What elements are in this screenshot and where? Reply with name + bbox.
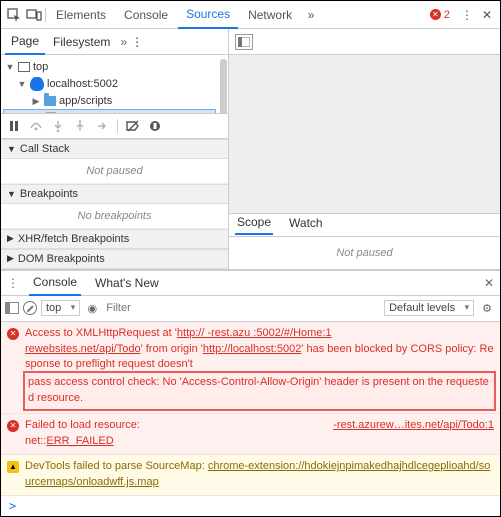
tab-watch[interactable]: Watch	[287, 216, 325, 234]
tree-row-file[interactable]: (index)	[3, 109, 216, 113]
message-text: DevTools failed to parse SourceMap: chro…	[25, 459, 494, 491]
sources-left-column: Page Filesystem » ⋮ ▼ top ▼ localhost:50…	[1, 29, 229, 269]
navigator-tabs: Page Filesystem » ⋮	[1, 29, 228, 55]
console-error-load: ✕ Failed to load resource: -rest.azurew……	[1, 414, 500, 455]
show-navigator-icon[interactable]	[235, 34, 253, 50]
step-over-icon[interactable]	[29, 119, 43, 133]
callstack-body: Not paused	[1, 159, 228, 184]
chevron-down-icon: ▼	[17, 79, 27, 89]
tree-label: localhost:5002	[47, 78, 118, 90]
code-editor-area	[229, 55, 500, 213]
error-icon: ✕	[7, 328, 19, 340]
console-messages: ✕ Access to XMLHttpRequest at 'http:// -…	[1, 322, 500, 496]
tab-drawer-console[interactable]: Console	[29, 270, 81, 296]
devtools-top-tabbar: Elements Console Sources Network » ✕ 2 ⋮…	[1, 1, 500, 29]
tree-label: (index)	[59, 112, 93, 113]
tree-row-top[interactable]: ▼ top	[3, 59, 226, 75]
breakpoints-body: No breakpoints	[1, 204, 228, 229]
chevron-right-icon: ▶	[31, 96, 41, 107]
console-prompt[interactable]: >	[1, 496, 500, 516]
filter-input[interactable]	[104, 300, 380, 317]
drawer-tabbar: ⋮ Console What's New ✕	[1, 270, 500, 296]
separator	[45, 8, 46, 22]
inspect-icon[interactable]	[5, 6, 23, 24]
console-error-cors: ✕ Access to XMLHttpRequest at 'http:// -…	[1, 322, 500, 415]
kebab-menu-icon[interactable]: ⋮	[7, 276, 19, 290]
sources-right-column: Scope Watch Not paused	[229, 29, 500, 269]
section-title: DOM Breakpoints	[18, 253, 105, 265]
console-warning-sourcemap: ▲ DevTools failed to parse SourceMap: ch…	[1, 455, 500, 496]
more-tabs-icon[interactable]: »	[302, 6, 320, 24]
chevron-right-icon: ▶	[7, 253, 14, 264]
step-out-icon[interactable]	[73, 119, 87, 133]
cloud-icon	[30, 77, 44, 91]
section-title: XHR/fetch Breakpoints	[18, 233, 129, 245]
chevron-down-icon: ▼	[7, 144, 16, 154]
tab-whatsnew[interactable]: What's New	[91, 270, 163, 296]
separator	[117, 119, 118, 133]
deactivate-bp-icon[interactable]	[126, 119, 140, 133]
tab-scope[interactable]: Scope	[235, 215, 273, 235]
callstack-header[interactable]: ▼ Call Stack	[1, 139, 228, 159]
close-icon[interactable]: ✕	[484, 276, 494, 290]
error-icon: ✕	[430, 9, 441, 20]
section-title: Breakpoints	[20, 188, 78, 200]
tab-page[interactable]: Page	[5, 29, 45, 55]
chevron-right-icon: ▶	[7, 233, 14, 244]
pause-icon[interactable]	[7, 119, 21, 133]
tab-elements[interactable]: Elements	[48, 1, 114, 29]
kebab-menu-icon[interactable]: ⋮	[458, 6, 476, 24]
console-toolbar: top ◉ Default levels ⚙	[1, 296, 500, 322]
window-icon	[18, 62, 30, 72]
tab-filesystem[interactable]: Filesystem	[47, 29, 116, 55]
chevron-down-icon: ▼	[7, 189, 16, 199]
warning-icon: ▲	[7, 461, 19, 473]
live-expression-icon[interactable]: ◉	[84, 302, 100, 315]
dom-bp-header[interactable]: ▶ DOM Breakpoints	[1, 249, 228, 269]
tab-console[interactable]: Console	[116, 1, 176, 29]
context-selector[interactable]: top	[41, 300, 80, 316]
message-text: Access to XMLHttpRequest at 'http:// -re…	[25, 326, 494, 410]
error-icon: ✕	[7, 420, 19, 432]
debugger-toolbar	[1, 113, 228, 139]
error-count-badge[interactable]: ✕ 2	[424, 9, 456, 21]
file-tree: ▼ top ▼ localhost:5002 ▶ app/scripts (in…	[1, 55, 228, 113]
error-count: 2	[444, 9, 450, 21]
tree-row-host[interactable]: ▼ localhost:5002	[3, 75, 226, 93]
more-navigator-icon[interactable]: »	[120, 35, 127, 49]
sources-panel: Page Filesystem » ⋮ ▼ top ▼ localhost:50…	[1, 29, 500, 270]
tab-sources[interactable]: Sources	[178, 1, 238, 29]
tree-row-folder[interactable]: ▶ app/scripts	[3, 93, 226, 109]
file-icon	[46, 112, 56, 113]
settings-gear-icon[interactable]: ⚙	[478, 302, 496, 315]
kebab-menu-icon[interactable]: ⋮	[131, 35, 143, 49]
folder-icon	[44, 96, 56, 106]
close-icon[interactable]: ✕	[478, 6, 496, 24]
scope-watch-tabs: Scope Watch	[229, 213, 500, 237]
cors-highlight: pass access control check: No 'Access-Co…	[25, 373, 494, 409]
chevron-down-icon: ▼	[5, 62, 15, 72]
section-title: Call Stack	[20, 143, 70, 155]
scope-body: Not paused	[229, 237, 500, 269]
step-into-icon[interactable]	[51, 119, 65, 133]
message-text: Failed to load resource: -rest.azurew…it…	[25, 418, 494, 450]
levels-selector[interactable]: Default levels	[384, 300, 474, 316]
sidebar-toggle-icon[interactable]	[5, 302, 19, 314]
breakpoints-header[interactable]: ▼ Breakpoints	[1, 184, 228, 204]
editor-toolbar	[229, 29, 500, 55]
xhr-bp-header[interactable]: ▶ XHR/fetch Breakpoints	[1, 229, 228, 249]
step-icon[interactable]	[95, 119, 109, 133]
tab-network[interactable]: Network	[240, 1, 300, 29]
clear-console-icon[interactable]	[23, 301, 37, 315]
tree-scrollbar[interactable]	[220, 59, 227, 113]
pause-exceptions-icon[interactable]	[148, 119, 162, 133]
device-toolbar-icon[interactable]	[25, 6, 43, 24]
tree-label: app/scripts	[59, 95, 112, 107]
tree-label: top	[33, 61, 48, 73]
